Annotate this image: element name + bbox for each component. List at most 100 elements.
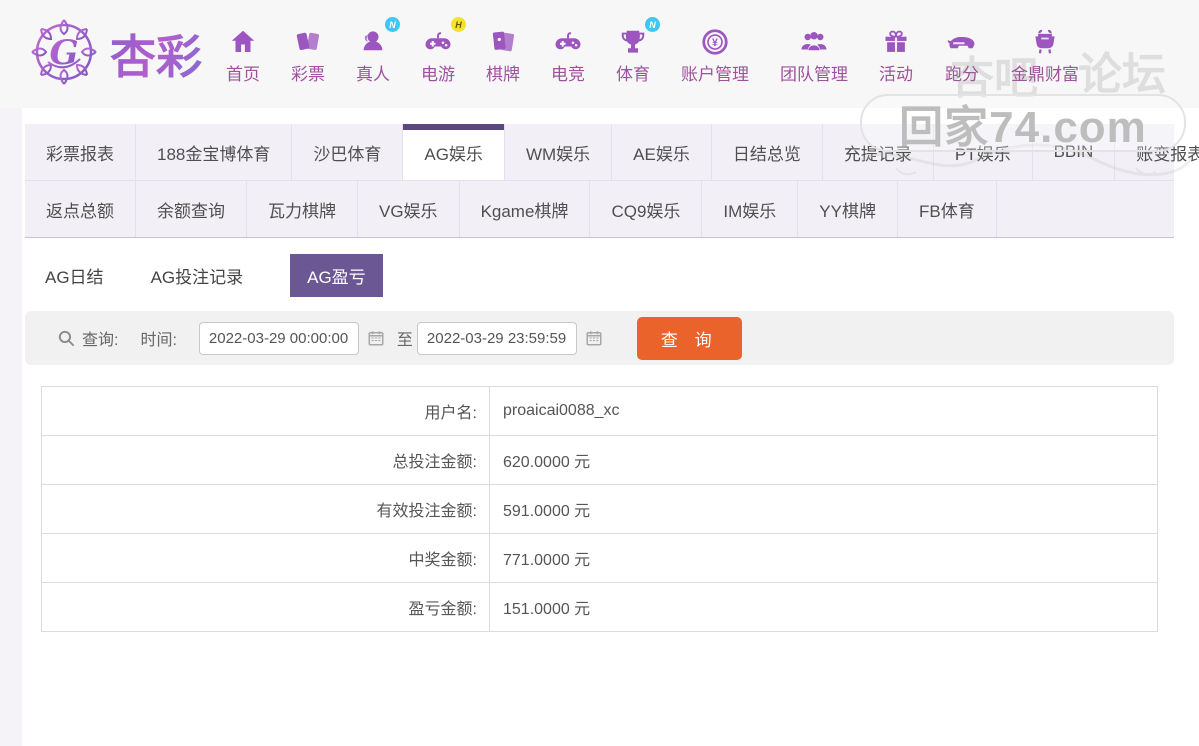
nav-item-account[interactable]: ¥ 账户管理 [681, 23, 749, 85]
nav-label: 跑分 [945, 65, 979, 84]
report-tabs-row-1: 彩票报表 188金宝博体育 沙巴体育 AG娱乐 WM娱乐 AE娱乐 日结总览 充… [25, 124, 1199, 180]
tab-188-sport[interactable]: 188金宝博体育 [136, 124, 293, 180]
row-value-total-bet: 620.0000 元 [489, 435, 1158, 485]
trophy-icon: N [618, 17, 660, 57]
table-row: 盈亏金额: 151.0000 元 [41, 582, 1158, 632]
tab-vg[interactable]: VG娱乐 [358, 181, 460, 237]
row-value-valid-bet: 591.0000 元 [489, 484, 1158, 534]
brand-logo[interactable]: G 杏彩 [28, 16, 202, 93]
tab-account-change[interactable]: 账变报表 [1115, 124, 1199, 180]
gamepad-icon: H [422, 17, 466, 57]
nav-item-team[interactable]: 团队管理 [780, 23, 848, 85]
nav-item-jinding[interactable]: 金鼎财富 [1011, 23, 1079, 85]
nav-item-live[interactable]: N 真人 [356, 17, 400, 85]
row-value-win-amount: 771.0000 元 [489, 533, 1158, 583]
tab-pt[interactable]: PT娱乐 [934, 124, 1033, 180]
subtab-ag-profit[interactable]: AG盈亏 [290, 254, 383, 297]
table-row: 用户名: proaicai0088_xc [41, 386, 1158, 436]
row-label-valid-bet: 有效投注金额: [41, 484, 490, 534]
tab-rebate-total[interactable]: 返点总额 [25, 181, 136, 237]
date-from-input[interactable] [198, 321, 359, 355]
page: G 杏彩 首页 彩票 N 真人 H 电游 棋牌 电竞 N 体育 ¥ 账户管理 团… [0, 0, 1199, 746]
tab-kgame[interactable]: Kgame棋牌 [460, 181, 591, 237]
cards-icon [488, 23, 518, 57]
nav-label: 体育 [616, 65, 650, 84]
live-person-icon: N [358, 17, 400, 57]
nav-item-egames[interactable]: H 电游 [421, 17, 466, 85]
tab-balance-query[interactable]: 余额查询 [136, 181, 247, 237]
nav-label: 电游 [421, 65, 455, 84]
magnifier-icon [57, 329, 76, 348]
tab-daily-summary[interactable]: 日结总览 [712, 124, 823, 180]
esports-icon [552, 23, 584, 57]
subtab-ag-daily[interactable]: AG日结 [45, 263, 104, 288]
row-label-profit-loss: 盈亏金额: [41, 582, 490, 632]
row-value-username: proaicai0088_xc [489, 386, 1158, 436]
nav-item-sports[interactable]: N 体育 [616, 17, 660, 85]
report-tabs-row-2: 返点总额 余额查询 瓦力棋牌 VG娱乐 Kgame棋牌 CQ9娱乐 IM娱乐 Y… [25, 180, 1174, 237]
tab-lottery-report[interactable]: 彩票报表 [25, 124, 136, 180]
calendar-icon[interactable] [585, 329, 603, 347]
tripod-icon [1030, 23, 1060, 57]
row-label-win-amount: 中奖金额: [41, 533, 490, 583]
nav-label: 首页 [226, 65, 260, 84]
row-label-total-bet: 总投注金额: [41, 435, 490, 485]
nav-label: 活动 [879, 65, 913, 84]
rhino-icon [944, 23, 980, 57]
tab-saba-sport[interactable]: 沙巴体育 [292, 124, 404, 180]
svg-text:¥: ¥ [712, 37, 718, 49]
subtab-ag-bets[interactable]: AG投注记录 [151, 263, 244, 288]
tab-ae[interactable]: AE娱乐 [612, 124, 712, 180]
team-icon [798, 23, 830, 57]
ag-subtabs: AG日结 AG投注记录 AG盈亏 [25, 254, 1174, 297]
nav-item-home[interactable]: 首页 [226, 23, 260, 85]
table-row: 有效投注金额: 591.0000 元 [41, 484, 1158, 534]
tab-bbin[interactable]: BBIN [1033, 124, 1116, 180]
nav-item-esports[interactable]: 电竞 [551, 23, 585, 85]
nav-item-paofen[interactable]: 跑分 [944, 23, 980, 85]
gift-icon [882, 23, 910, 57]
table-row: 中奖金额: 771.0000 元 [41, 533, 1158, 583]
nav-item-boardcards[interactable]: 棋牌 [486, 23, 520, 85]
nav-label: 棋牌 [486, 65, 520, 84]
nav-label: 真人 [356, 65, 390, 84]
nav-label: 金鼎财富 [1011, 65, 1079, 84]
table-row: 总投注金额: 620.0000 元 [41, 435, 1158, 485]
calendar-icon[interactable] [367, 329, 385, 347]
query-bar: 查询: 时间: 至 查 询 [25, 311, 1174, 365]
main-nav: 首页 彩票 N 真人 H 电游 棋牌 电竞 N 体育 ¥ 账户管理 团队管理 活… [226, 17, 1079, 85]
nav-label: 团队管理 [780, 65, 848, 84]
nav-item-promotions[interactable]: 活动 [879, 23, 913, 85]
lottery-icon [293, 23, 323, 57]
nav-item-lottery[interactable]: 彩票 [291, 23, 325, 85]
row-label-username: 用户名: [41, 386, 490, 436]
tab-cq9[interactable]: CQ9娱乐 [590, 181, 703, 237]
tab-yy[interactable]: YY棋牌 [798, 181, 898, 237]
hot-badge: H [451, 17, 466, 32]
tab-im[interactable]: IM娱乐 [702, 181, 799, 237]
tab-ag[interactable]: AG娱乐 [403, 124, 505, 180]
home-icon [228, 23, 258, 57]
row-value-profit-loss: 151.0000 元 [489, 582, 1158, 632]
query-label: 查询: [82, 332, 119, 349]
new-badge: N [645, 17, 660, 32]
top-nav-bar: G 杏彩 首页 彩票 N 真人 H 电游 棋牌 电竞 N 体育 ¥ 账户管理 团… [0, 0, 1199, 108]
brand-name: 杏彩 [110, 21, 202, 87]
tab-wali[interactable]: 瓦力棋牌 [247, 181, 358, 237]
tab-deposit-withdraw[interactable]: 充提记录 [823, 124, 934, 180]
nav-label: 电竞 [551, 65, 585, 84]
to-label: 至 [396, 332, 413, 349]
tab-fb[interactable]: FB体育 [898, 181, 997, 237]
time-label: 时间: [140, 332, 177, 349]
report-tabs: 彩票报表 188金宝博体育 沙巴体育 AG娱乐 WM娱乐 AE娱乐 日结总览 充… [25, 124, 1199, 238]
main-content: 彩票报表 188金宝博体育 沙巴体育 AG娱乐 WM娱乐 AE娱乐 日结总览 充… [0, 108, 1199, 632]
profit-summary-table: 用户名: proaicai0088_xc 总投注金额: 620.0000 元 有… [41, 386, 1158, 632]
tab-wm[interactable]: WM娱乐 [505, 124, 613, 180]
account-coin-icon: ¥ [700, 23, 730, 57]
new-badge: N [385, 17, 400, 32]
nav-label: 彩票 [291, 65, 325, 84]
date-to-input[interactable] [416, 321, 577, 355]
search-button[interactable]: 查 询 [636, 316, 742, 360]
nav-label: 账户管理 [681, 65, 749, 84]
logo-medallion-icon: G [28, 16, 100, 93]
